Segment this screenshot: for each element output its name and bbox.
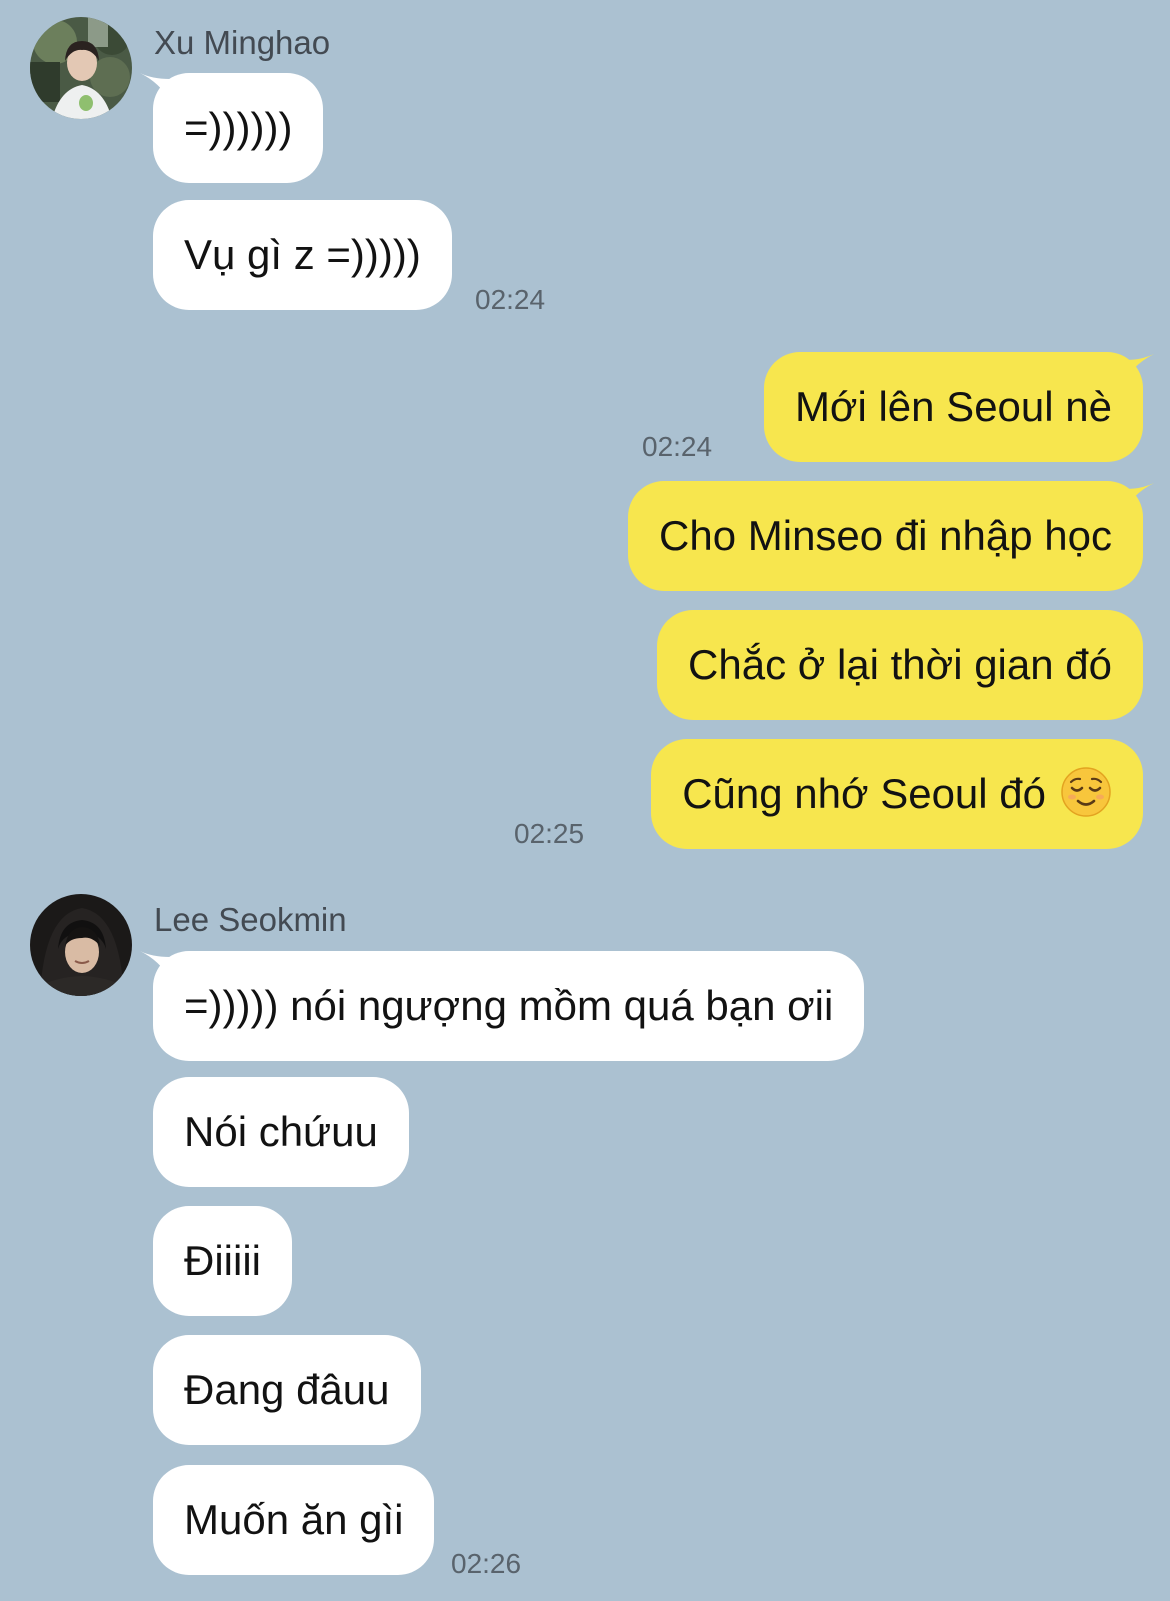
message-text: Cũng nhớ Seoul đó <box>682 770 1046 817</box>
sender-name: Xu Minghao <box>154 24 331 61</box>
profile-photo-icon <box>30 894 132 996</box>
message-bubble-outgoing[interactable]: Cũng nhớ Seoul đó <box>651 739 1143 849</box>
avatar-lee-seokmin[interactable] <box>30 894 132 996</box>
message-timestamp: 02:24 <box>642 431 713 462</box>
message-bubble-outgoing[interactable]: Cho Minseo đi nhập học <box>628 481 1143 591</box>
message-timestamp: 02:25 <box>514 818 585 849</box>
message-bubble-incoming[interactable]: Điiiii <box>153 1206 292 1316</box>
message-bubble-incoming[interactable]: =))))) nói ngượng mồm quá bạn ơii <box>153 951 865 1061</box>
chat-area[interactable]: Xu Minghao =)))))) Vụ gì z =))))) 02:24 … <box>0 0 1170 1601</box>
message-timestamp: 02:26 <box>451 1548 522 1579</box>
message-bubble-incoming[interactable]: Đang đâuu <box>153 1335 421 1445</box>
message-bubble-outgoing[interactable]: Mới lên Seoul nè <box>763 352 1143 462</box>
sender-name: Lee Seokmin <box>154 901 347 938</box>
profile-photo-icon <box>30 17 132 119</box>
message-bubble-incoming[interactable]: Vụ gì z =))))) <box>153 200 452 310</box>
avatar-xu-minghao[interactable] <box>30 17 132 119</box>
message-timestamp: 02:24 <box>475 284 546 315</box>
message-bubble-incoming[interactable]: Nói chứuu <box>153 1077 409 1187</box>
message-bubble-incoming[interactable]: =)))))) <box>153 73 324 183</box>
relieved-face-emoji <box>1060 766 1112 818</box>
message-bubble-incoming[interactable]: Muốn ăn gìi <box>153 1465 435 1575</box>
message-bubble-outgoing[interactable]: Chắc ở lại thời gian đó <box>657 610 1143 720</box>
